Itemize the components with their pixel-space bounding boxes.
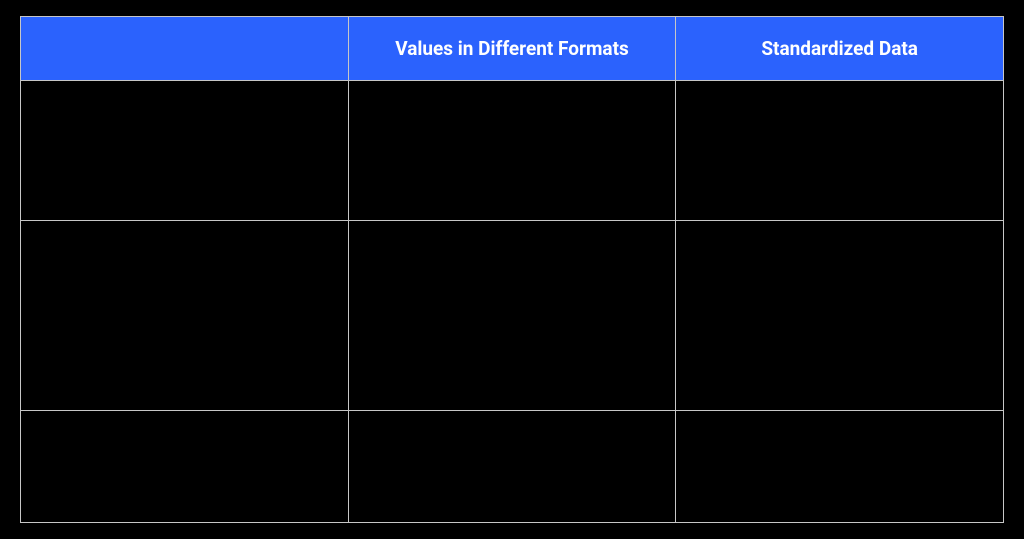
table-cell	[676, 411, 1004, 523]
table-row	[21, 221, 1004, 411]
table-cell	[21, 411, 349, 523]
table-header-values: Values in Different Formats	[348, 17, 676, 81]
table-header-standardized: Standardized Data	[676, 17, 1004, 81]
table-row	[21, 411, 1004, 523]
table-cell	[21, 221, 349, 411]
table-cell	[21, 81, 349, 221]
table-cell	[348, 221, 676, 411]
table-cell	[676, 221, 1004, 411]
table-header-blank	[21, 17, 349, 81]
table-cell	[348, 81, 676, 221]
data-table: Values in Different Formats Standardized…	[20, 16, 1004, 523]
table-row	[21, 81, 1004, 221]
table-header-row: Values in Different Formats Standardized…	[21, 17, 1004, 81]
table-cell	[348, 411, 676, 523]
table-cell	[676, 81, 1004, 221]
